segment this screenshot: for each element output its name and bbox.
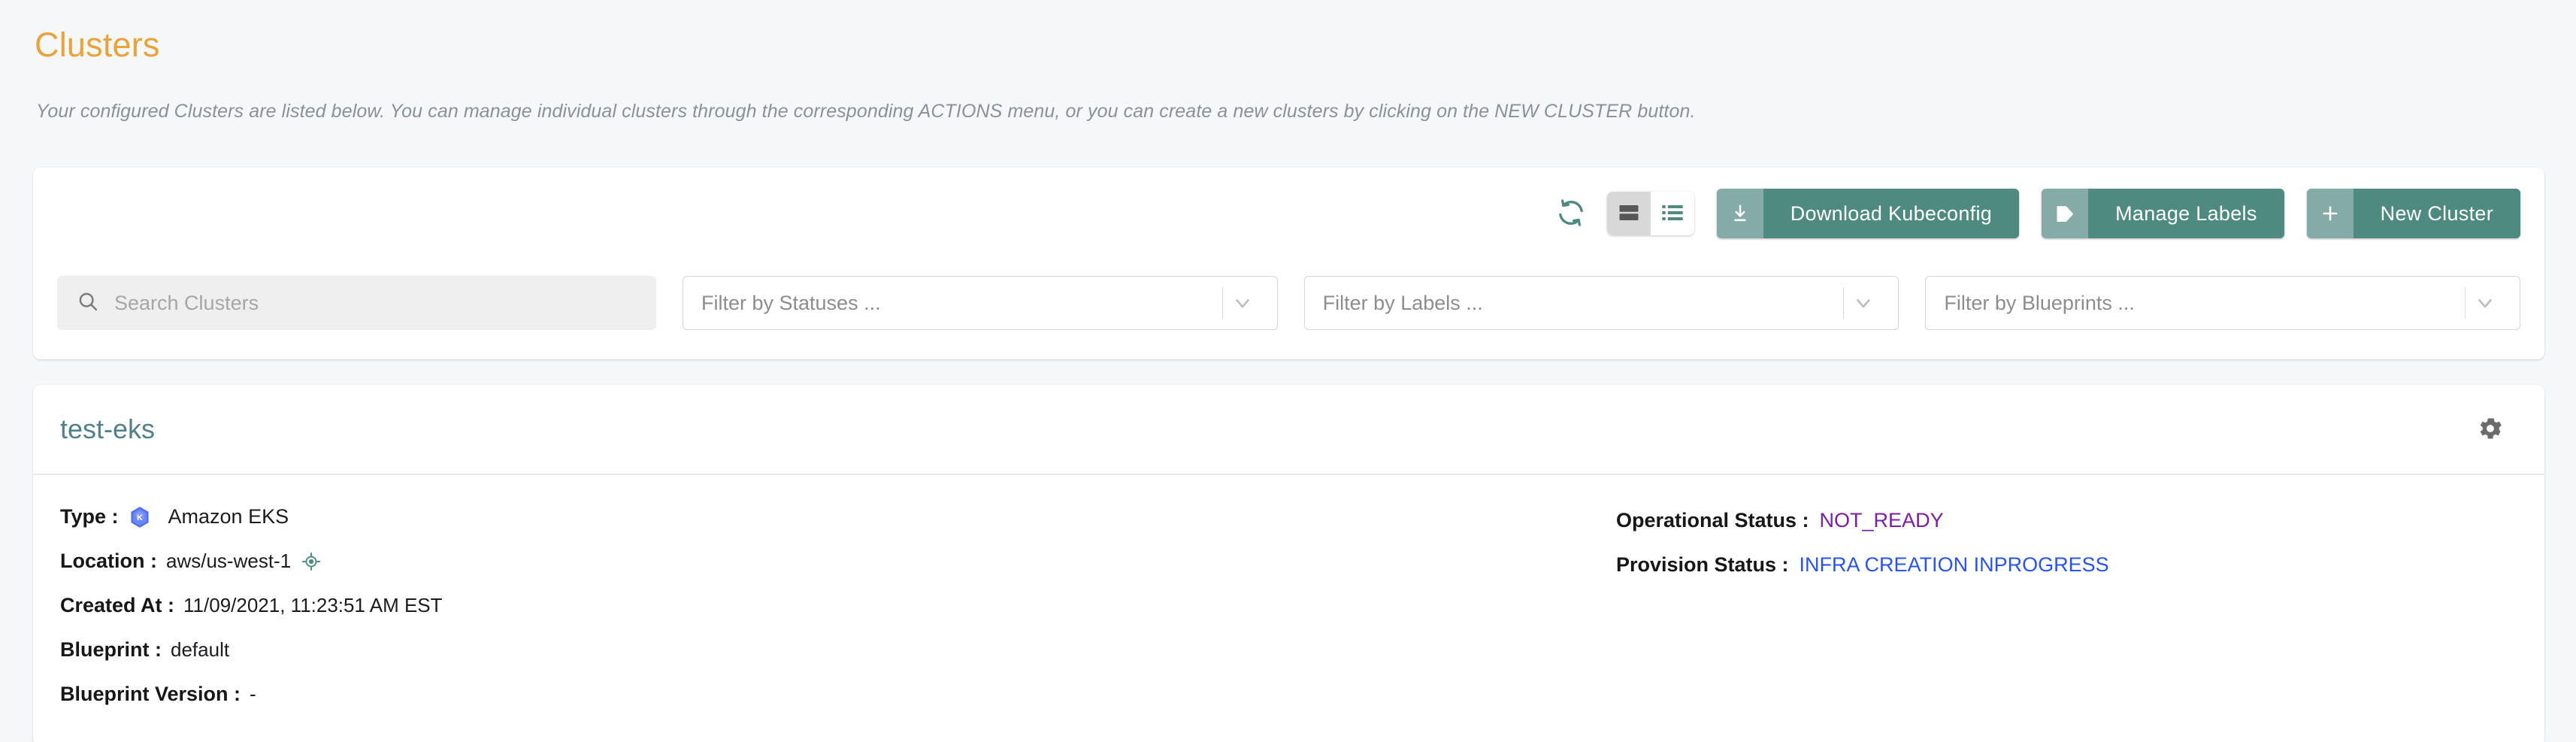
download-icon: [1716, 189, 1763, 238]
search-clusters-box[interactable]: [57, 276, 656, 330]
cluster-blueprint-version-value: -: [250, 683, 256, 705]
new-cluster-button[interactable]: New Cluster: [2306, 189, 2520, 238]
gear-icon: [2476, 414, 2505, 445]
cluster-blueprint-label: Blueprint :: [60, 638, 162, 661]
cluster-created-label: Created At :: [60, 594, 175, 616]
cluster-card-body: Type : K Amazon EKS Location : aws/us-we…: [33, 475, 2544, 742]
cluster-blueprint-version-label: Blueprint Version :: [60, 683, 241, 705]
operational-status-label: Operational Status :: [1616, 509, 1809, 532]
cluster-blueprint-value: default: [171, 638, 230, 661]
svg-text:K: K: [137, 513, 143, 522]
page-description: Your configured Clusters are listed belo…: [36, 101, 1696, 122]
cluster-type-row: Type : K Amazon EKS: [60, 495, 1616, 539]
card-view-toggle[interactable]: [1606, 192, 1651, 235]
filter-row: Filter by Statuses ... Filter by Labels …: [57, 276, 2521, 330]
provision-status-label: Provision Status :: [1616, 553, 1789, 576]
cluster-type-value: Amazon EKS: [168, 505, 289, 528]
filter-blueprints-label: Filter by Blueprints ...: [1944, 291, 2135, 314]
chevron-down-icon[interactable]: [1844, 277, 1883, 329]
action-row: Download Kubeconfig Manage Labels New Cl…: [1547, 189, 2520, 238]
filter-labels-select[interactable]: Filter by Labels ...: [1303, 276, 1899, 330]
cluster-location-value: aws/us-west-1: [166, 550, 292, 572]
cluster-location-label: Location :: [60, 550, 157, 572]
provision-status-row: Provision Status : INFRA CREATION INPROG…: [1616, 543, 2517, 587]
provision-status-badge: INFRA CREATION INPROGRESS: [1799, 553, 2109, 576]
operational-status-row: Operational Status : NOT_READY: [1616, 498, 2517, 543]
manage-labels-button[interactable]: Manage Labels: [2042, 189, 2284, 238]
cluster-created-value: 11/09/2021, 11:23:51 AM EST: [183, 594, 443, 616]
cluster-card: test-eks Type : K Amazon EKS Location: …: [33, 385, 2544, 742]
chevron-down-icon[interactable]: [2466, 277, 2505, 329]
download-kubeconfig-label: Download Kubeconfig: [1763, 189, 2020, 238]
card-view-icon: [1618, 201, 1640, 226]
toolbar-panel: Download Kubeconfig Manage Labels New Cl…: [33, 168, 2544, 359]
kubernetes-hexagon-icon: K: [129, 506, 150, 528]
new-cluster-label: New Cluster: [2353, 189, 2520, 238]
refresh-button[interactable]: [1547, 189, 1595, 238]
filter-statuses-label: Filter by Statuses ...: [701, 291, 881, 314]
cluster-details-column: Type : K Amazon EKS Location : aws/us-we…: [60, 495, 1616, 716]
cluster-created-row: Created At : 11/09/2021, 11:23:51 AM EST: [60, 583, 1616, 628]
clusters-page: Clusters Your configured Clusters are li…: [0, 0, 2576, 742]
download-kubeconfig-button[interactable]: Download Kubeconfig: [1716, 189, 2020, 238]
cluster-blueprint-version-row: Blueprint Version : -: [60, 672, 1616, 716]
plus-icon: [2306, 189, 2354, 238]
cluster-card-header: test-eks: [33, 385, 2544, 475]
cluster-blueprint-row: Blueprint : default: [60, 628, 1616, 672]
search-input[interactable]: [114, 291, 637, 315]
cluster-name[interactable]: test-eks: [60, 413, 155, 445]
filter-labels-label: Filter by Labels ...: [1322, 291, 1483, 314]
cluster-settings-button[interactable]: [2469, 408, 2511, 450]
search-icon: [77, 290, 99, 316]
refresh-icon: [1556, 198, 1586, 230]
tag-icon: [2042, 189, 2089, 238]
filter-statuses-select[interactable]: Filter by Statuses ...: [683, 276, 1278, 330]
list-view-icon: [1661, 201, 1684, 226]
list-view-toggle[interactable]: [1650, 192, 1694, 235]
cluster-type-label: Type :: [60, 505, 119, 528]
target-location-icon[interactable]: [301, 552, 321, 571]
page-title: Clusters: [35, 26, 160, 64]
cluster-location-row: Location : aws/us-west-1: [60, 539, 1616, 583]
manage-labels-label: Manage Labels: [2088, 189, 2284, 238]
filter-blueprints-select[interactable]: Filter by Blueprints ...: [1925, 276, 2521, 330]
view-toggle-group: [1606, 192, 1694, 235]
chevron-down-icon[interactable]: [1223, 277, 1262, 329]
cluster-status-column: Operational Status : NOT_READY Provision…: [1616, 495, 2517, 716]
operational-status-badge: NOT_READY: [1819, 509, 1944, 532]
